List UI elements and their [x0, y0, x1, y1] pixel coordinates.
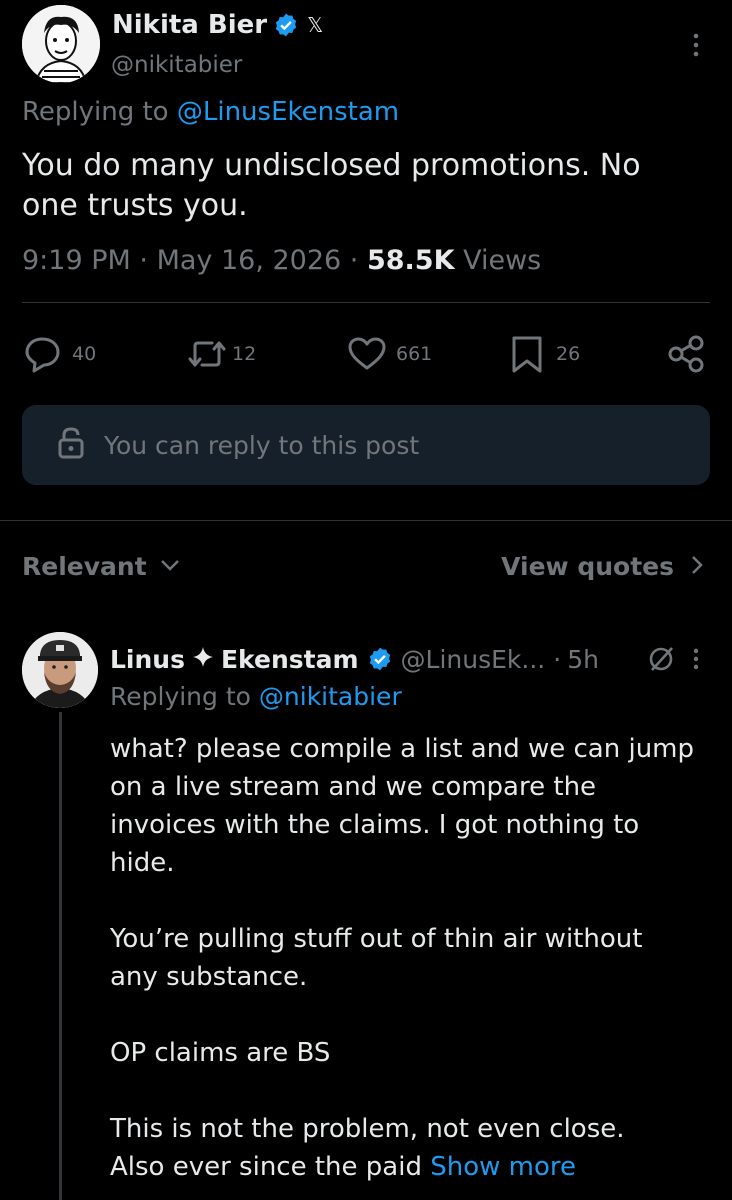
view-quotes-link[interactable]: View quotes	[501, 552, 704, 581]
reply-replying-to-link[interactable]: @nikitabier	[259, 682, 402, 711]
reply-restriction-box: You can reply to this post	[22, 405, 710, 485]
reply-avatar-photo	[22, 632, 98, 708]
reply-last-line: Also ever since the paid Show more	[110, 1148, 720, 1186]
meta-divider	[22, 302, 710, 303]
reply-action[interactable]: 40	[22, 334, 96, 374]
sparkle-icon	[191, 645, 215, 673]
reply-author-handle[interactable]: @LinusEk...	[401, 645, 546, 674]
thread-line	[59, 712, 62, 1200]
heart-icon	[346, 334, 388, 374]
reply-replying-to: Replying to @nikitabier	[110, 682, 402, 711]
reply-line: Also ever since the paid	[110, 1152, 422, 1182]
author-handle[interactable]: @nikitabier	[111, 52, 242, 78]
replying-prefix: Replying to	[22, 97, 169, 127]
avatar-illustration	[22, 5, 100, 83]
author-name[interactable]: Nikita Bier	[112, 10, 267, 40]
section-divider	[0, 520, 732, 521]
reply-body: what? please compile a list and we can j…	[110, 730, 720, 1186]
x-logo-icon: 𝕏	[307, 13, 324, 37]
reply-author-first[interactable]: Linus	[110, 645, 185, 674]
replying-to-line: Replying to @LinusEkenstam	[22, 97, 399, 127]
reply-line: invoices with the claims. I got nothing …	[110, 810, 640, 840]
share-icon	[666, 334, 706, 374]
reply-line: You’re pulling stuff out of thin air wit…	[110, 924, 643, 954]
reply-line: This is not the problem, not even close.	[110, 1114, 625, 1144]
comment-icon	[22, 334, 64, 374]
reply-verified-badge-icon	[367, 646, 393, 672]
reply-restriction-text: You can reply to this post	[104, 430, 420, 460]
reply-header: Linus Ekenstam @LinusEk... · 5h	[110, 642, 599, 676]
author-avatar[interactable]	[22, 5, 100, 83]
tweet-meta: 9:19 PM · May 16, 2026 · 58.5K Views	[22, 245, 542, 276]
replies-sort-row: Relevant View quotes	[22, 552, 710, 588]
chevron-down-icon	[159, 557, 181, 576]
more-vertical-icon[interactable]	[686, 30, 706, 60]
bookmark-count: 26	[556, 343, 581, 365]
reply-separator: ·	[553, 644, 562, 674]
reply-line: OP claims are BS	[110, 1038, 331, 1068]
author-line: Nikita Bier 𝕏	[112, 8, 323, 42]
reply-author-last[interactable]: Ekenstam	[221, 645, 359, 674]
relevant-label: Relevant	[22, 552, 147, 581]
bookmark-icon	[508, 334, 546, 374]
reply-line: what? please compile a list and we can j…	[110, 734, 694, 764]
reply-time[interactable]: 5h	[567, 645, 599, 674]
repost-icon	[186, 334, 228, 374]
reply-replying-prefix: Replying to	[110, 682, 251, 711]
tweet-date[interactable]: May 16, 2026	[157, 245, 342, 276]
relevant-dropdown[interactable]: Relevant	[22, 552, 181, 581]
view-quotes-label: View quotes	[501, 552, 674, 581]
repost-count: 12	[232, 343, 257, 365]
reply-line: any substance.	[110, 962, 308, 992]
verified-badge-icon	[273, 12, 299, 38]
repost-action[interactable]: 12	[186, 334, 256, 374]
tweet-text: You do many undisclosed promotions. No o…	[22, 148, 641, 223]
reply-line: on a live stream and we compare the	[110, 772, 597, 802]
lock-icon	[56, 426, 86, 464]
like-action[interactable]: 661	[346, 334, 432, 374]
reply-avatar[interactable]	[22, 632, 98, 708]
reply-line: hide.	[110, 848, 175, 878]
show-more-link[interactable]: Show more	[430, 1152, 576, 1182]
share-action[interactable]	[666, 334, 706, 374]
replying-to-link[interactable]: @LinusEkenstam	[177, 97, 399, 127]
like-count: 661	[396, 343, 433, 365]
views-label: Views	[463, 245, 542, 276]
reply-more-icon[interactable]	[688, 644, 704, 674]
reply-count: 40	[72, 343, 97, 365]
tweet-time[interactable]: 9:19 PM	[22, 245, 131, 276]
views-count: 58.5K	[366, 245, 455, 276]
chevron-right-icon	[690, 554, 704, 580]
grok-icon[interactable]	[646, 644, 676, 674]
bookmark-action[interactable]: 26	[508, 334, 580, 374]
